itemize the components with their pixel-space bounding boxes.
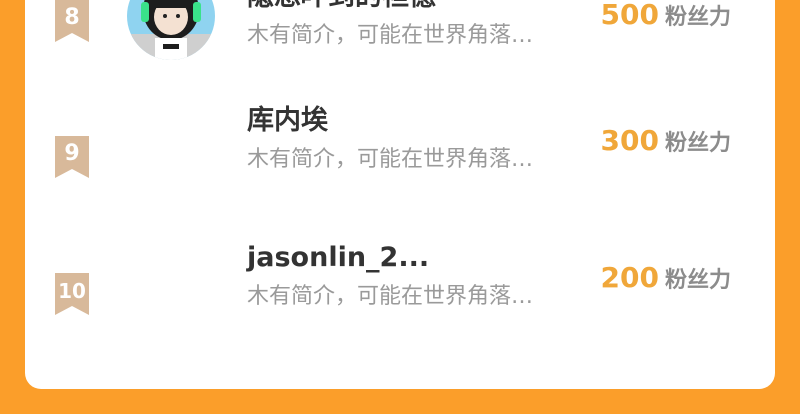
user-name[interactable]: 隐想吓到的袒憶 [247,0,436,14]
rank-badge: 8 [53,0,91,43]
fans-score: 300 粉丝力 [601,124,731,162]
avatar-image [127,0,215,60]
user-description: 木有简介，可能在世界角落… [247,284,534,309]
fans-score: 500 粉丝力 [601,0,731,36]
avatar[interactable] [127,0,215,60]
fans-count: 300 [600,124,659,157]
user-description: 木有简介，可能在世界角落… [247,147,534,172]
rank-number: 8 [64,5,80,30]
fans-count: 200 [600,261,659,294]
user-name[interactable]: jasonlin_2... [247,241,429,275]
ranking-card: 8 隐想吓到的袒憶 木有简介，可能在世界角落… 500粉丝力 [25,0,775,389]
rank-number: 10 [58,279,86,303]
user-description: 木有简介，可能在世界角落… [247,23,534,48]
fans-label: 粉丝力 [664,131,731,156]
fans-count: 500 [600,0,659,31]
fans-score: 200 粉丝力 [601,261,731,299]
rank-badge: 10 [53,273,91,316]
rank-badge: 9 [53,136,91,179]
ranking-row[interactable]: 8 隐想吓到的袒憶 木有简介，可能在世界角落… 500粉丝力 [25,0,775,104]
fans-label: 粉丝力 [664,268,731,293]
ranking-row[interactable]: 9 库内埃 木有简介，可能在世界角落… 300 粉丝力 [25,105,775,240]
ranking-row[interactable]: 10 jasonlin_2... 木有简介，可能在世界角落… 200 粉丝力 [25,242,775,377]
rank-number: 9 [64,141,80,166]
user-name[interactable]: 库内埃 [247,104,328,138]
fans-label: 粉丝力 [664,5,731,30]
